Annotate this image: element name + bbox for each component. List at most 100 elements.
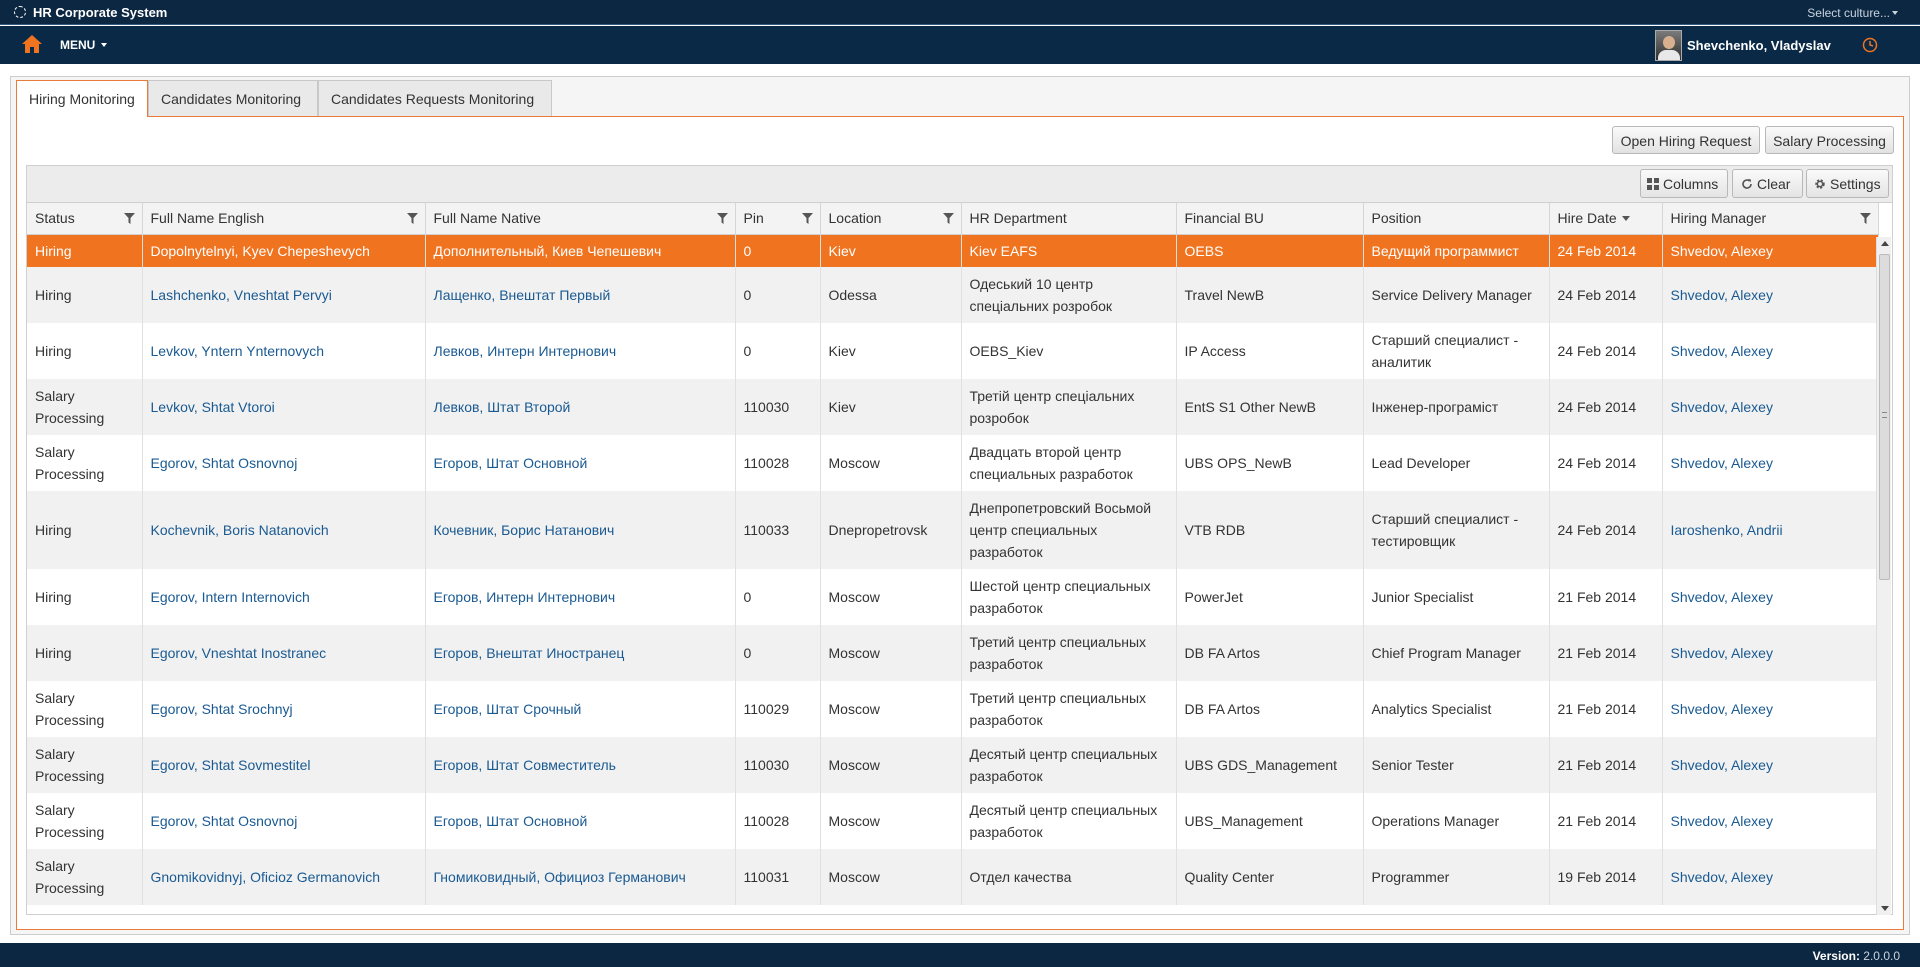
- column-header-hr-department[interactable]: HR Department: [961, 203, 1177, 235]
- cell-status[interactable]: Hiring: [27, 267, 143, 323]
- cell-hiring-manager-link[interactable]: Shvedov, Alexey: [1671, 869, 1773, 885]
- tab-candidates-monitoring[interactable]: Candidates Monitoring: [148, 80, 318, 116]
- cell-financial-bu[interactable]: UBS GDS_Management: [1176, 737, 1364, 793]
- cell-full-name-native-link[interactable]: Лащенко, Внештат Первый: [434, 287, 611, 303]
- cell-financial-bu[interactable]: DB FA Artos: [1176, 625, 1364, 681]
- cell-status[interactable]: Hiring: [27, 323, 143, 379]
- table-row[interactable]: Salary Processing Egorov, Shtat Osnovnoj Е…: [27, 435, 1879, 491]
- cell-location[interactable]: Moscow: [820, 793, 962, 849]
- cell-hire-date[interactable]: 24 Feb 2014: [1549, 267, 1663, 323]
- cell-hr-department[interactable]: Десятый центр специальных разработок: [961, 737, 1177, 793]
- chevron-down-icon[interactable]: [1892, 11, 1898, 15]
- table-row[interactable]: Salary Processing Levkov, Shtat Vtoroi Лев…: [27, 379, 1879, 435]
- cell-hiring-manager-link[interactable]: Shvedov, Alexey: [1671, 399, 1773, 415]
- column-header-location[interactable]: Location: [820, 203, 962, 235]
- cell-full-name-english[interactable]: Lashchenko, Vneshtat Pervyi: [142, 267, 426, 323]
- table-row[interactable]: Hiring Levkov, Yntern Ynternovych Левков, …: [27, 323, 1879, 379]
- cell-full-name-native[interactable]: Левков, Интерн Интернович: [425, 323, 736, 379]
- cell-full-name-english[interactable]: Egorov, Vneshtat Inostranec: [142, 625, 426, 681]
- cell-hiring-manager[interactable]: Shvedov, Alexey: [1662, 267, 1879, 323]
- cell-hiring-manager-link[interactable]: Shvedov, Alexey: [1671, 287, 1773, 303]
- salary-processing-button[interactable]: Salary Processing: [1765, 126, 1894, 154]
- cell-full-name-native-link[interactable]: Егоров, Штат Срочный: [434, 701, 582, 717]
- cell-full-name-english-link[interactable]: Levkov, Shtat Vtoroi: [151, 399, 275, 415]
- cell-hiring-manager-link[interactable]: Shvedov, Alexey: [1671, 589, 1773, 605]
- cell-full-name-english-link[interactable]: Egorov, Shtat Sovmestitel: [151, 757, 311, 773]
- table-row[interactable]: Hiring Dopolnytelnyi, Kyev Chepeshevych До…: [27, 234, 1879, 267]
- cell-full-name-english-link[interactable]: Lashchenko, Vneshtat Pervyi: [151, 287, 332, 303]
- filter-icon[interactable]: [942, 213, 954, 224]
- cell-position[interactable]: Operations Manager: [1363, 793, 1550, 849]
- tab-candidates-requests-monitoring[interactable]: Candidates Requests Monitoring: [318, 80, 552, 116]
- cell-full-name-native[interactable]: Егоров, Штат Основной: [425, 793, 736, 849]
- cell-position[interactable]: Старший специалист - тестировщик: [1363, 491, 1550, 569]
- cell-status[interactable]: Salary Processing: [27, 793, 143, 849]
- user-name[interactable]: Shevchenko, Vladyslav: [1687, 38, 1831, 53]
- cell-status[interactable]: Salary Processing: [27, 681, 143, 737]
- column-header-status[interactable]: Status: [27, 203, 143, 235]
- table-row[interactable]: Hiring Egorov, Intern Internovich Егоров, …: [27, 569, 1879, 625]
- cell-location[interactable]: Moscow: [820, 681, 962, 737]
- cell-full-name-english-link[interactable]: Egorov, Intern Internovich: [151, 589, 310, 605]
- cell-hiring-manager-link[interactable]: Shvedov, Alexey: [1671, 757, 1773, 773]
- cell-hire-date[interactable]: 21 Feb 2014: [1549, 625, 1663, 681]
- cell-status[interactable]: Salary Processing: [27, 379, 143, 435]
- table-row[interactable]: Salary Processing Egorov, Shtat Sovmestit…: [27, 737, 1879, 793]
- cell-full-name-english[interactable]: Kochevnik, Boris Natanovich: [142, 491, 426, 569]
- cell-hire-date[interactable]: 24 Feb 2014: [1549, 435, 1663, 491]
- cell-status[interactable]: Salary Processing: [27, 737, 143, 793]
- cell-location[interactable]: Moscow: [820, 435, 962, 491]
- cell-pin[interactable]: 0: [735, 323, 821, 379]
- cell-full-name-english[interactable]: Levkov, Yntern Ynternovych: [142, 323, 426, 379]
- cell-full-name-native-link[interactable]: Левков, Интерн Интернович: [434, 343, 617, 359]
- filter-icon[interactable]: [716, 213, 728, 224]
- cell-full-name-english[interactable]: Egorov, Shtat Srochnyj: [142, 681, 426, 737]
- cell-position[interactable]: Service Delivery Manager: [1363, 267, 1550, 323]
- cell-location[interactable]: Moscow: [820, 849, 962, 905]
- cell-hr-department[interactable]: Шестой центр специальных разработок: [961, 569, 1177, 625]
- cell-full-name-native[interactable]: Егоров, Штат Совместитель: [425, 737, 736, 793]
- cell-full-name-english[interactable]: Egorov, Shtat Osnovnoj: [142, 435, 426, 491]
- cell-full-name-english-link[interactable]: Dopolnytelnyi, Kyev Chepeshevych: [151, 243, 370, 259]
- cell-full-name-native-link[interactable]: Дополнительный, Киев Чепешевич: [434, 243, 662, 259]
- clock-icon[interactable]: [1862, 37, 1878, 53]
- cell-location[interactable]: Kiev: [820, 379, 962, 435]
- cell-position[interactable]: Programmer: [1363, 849, 1550, 905]
- cell-full-name-native-link[interactable]: Егоров, Интерн Интернович: [434, 589, 616, 605]
- cell-full-name-english-link[interactable]: Kochevnik, Boris Natanovich: [151, 522, 329, 538]
- cell-position[interactable]: Інженер-програміст: [1363, 379, 1550, 435]
- cell-full-name-english-link[interactable]: Egorov, Shtat Osnovnoj: [151, 813, 298, 829]
- cell-location[interactable]: Moscow: [820, 625, 962, 681]
- column-header-hiring-manager[interactable]: Hiring Manager: [1662, 203, 1879, 235]
- menu-button[interactable]: MENU: [60, 38, 108, 52]
- cell-hire-date[interactable]: 24 Feb 2014: [1549, 323, 1663, 379]
- cell-full-name-native[interactable]: Лащенко, Внештат Первый: [425, 267, 736, 323]
- settings-button[interactable]: Settings: [1806, 169, 1889, 198]
- column-header-pin[interactable]: Pin: [735, 203, 821, 235]
- columns-button[interactable]: Columns: [1640, 169, 1728, 198]
- cell-location[interactable]: Dnepropetrovsk: [820, 491, 962, 569]
- cell-hiring-manager[interactable]: Iaroshenko, Andrii: [1662, 491, 1879, 569]
- cell-hiring-manager[interactable]: Shvedov, Alexey: [1662, 323, 1879, 379]
- cell-financial-bu[interactable]: EntS S1 Other NewB: [1176, 379, 1364, 435]
- cell-hr-department[interactable]: Одеський 10 центр спеціальних розробок: [961, 267, 1177, 323]
- cell-status[interactable]: Salary Processing: [27, 435, 143, 491]
- cell-pin[interactable]: 110029: [735, 681, 821, 737]
- cell-position[interactable]: Ведущий программист: [1363, 234, 1550, 267]
- cell-hr-department[interactable]: Днепропетровский Восьмой центр специальн…: [961, 491, 1177, 569]
- cell-full-name-english-link[interactable]: Gnomikovidnyj, Oficioz Germanovich: [151, 869, 381, 885]
- cell-full-name-english-link[interactable]: Levkov, Yntern Ynternovych: [151, 343, 325, 359]
- scroll-down-icon[interactable]: [1881, 906, 1889, 911]
- tab-hiring-monitoring[interactable]: Hiring Monitoring: [16, 80, 148, 117]
- cell-financial-bu[interactable]: Travel NewB: [1176, 267, 1364, 323]
- cell-full-name-english[interactable]: Gnomikovidnyj, Oficioz Germanovich: [142, 849, 426, 905]
- cell-hire-date[interactable]: 24 Feb 2014: [1549, 379, 1663, 435]
- cell-hiring-manager[interactable]: Shvedov, Alexey: [1662, 625, 1879, 681]
- cell-hr-department[interactable]: Kiev EAFS: [961, 234, 1177, 267]
- cell-full-name-english[interactable]: Levkov, Shtat Vtoroi: [142, 379, 426, 435]
- table-row[interactable]: Hiring Egorov, Vneshtat Inostranec Егоров,…: [27, 625, 1879, 681]
- cell-full-name-english[interactable]: Egorov, Intern Internovich: [142, 569, 426, 625]
- cell-location[interactable]: Moscow: [820, 737, 962, 793]
- cell-location[interactable]: Kiev: [820, 234, 962, 267]
- cell-full-name-english-link[interactable]: Egorov, Shtat Srochnyj: [151, 701, 293, 717]
